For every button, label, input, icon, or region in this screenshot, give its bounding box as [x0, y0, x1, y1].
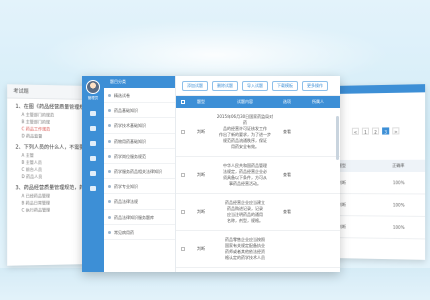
toolbar-button[interactable]: 添加试题 — [182, 80, 208, 91]
exam-paper-panel: 考试题 1、在图《药品经营质量管理规范》，处 A 主管部门的规范 B 主管部门的规 C… — [7, 84, 92, 266]
question-option[interactable]: C 执行药品管理 — [15, 206, 92, 214]
col-type: 题型 — [197, 99, 205, 104]
table-row[interactable]: 判断 中华人民共和国药品管理 法规定，药品经营企业必 须具备以下条件，方可从 事药… — [176, 157, 340, 194]
pagination: <1 2 3 > — [351, 127, 400, 135]
toolbar-button[interactable]: 更多操作 — [302, 80, 328, 91]
stats-panel: <1 2 3 > 题型 正确率 判断 100% 判断 100% 判断 100% — [332, 84, 426, 260]
user-icon[interactable] — [90, 171, 96, 176]
row-checkbox[interactable] — [176, 231, 190, 267]
row-content-cell: 中华人民共和国药品管理 法规定，药品经营企业必 须具备以下条件，方可从 事药品经… — [212, 157, 278, 193]
menu-item[interactable]: 药学专业知识 — [104, 179, 175, 195]
row-content-cell: 药品经营企业应当建立 药品购进记录，记录 应当注明药品的通用 名称，剂型，规格。 — [212, 194, 278, 230]
row-option-link[interactable] — [278, 231, 296, 267]
scrollbar[interactable] — [336, 116, 339, 160]
row-option-link[interactable]: 查看 — [278, 157, 296, 193]
menu-item[interactable]: 药品法律法规 — [104, 194, 175, 210]
stats-table: 题型 正确率 判断 100% 判断 100% 判断 100% — [332, 159, 426, 240]
table-row[interactable]: 判断 药品零售企业应当按照 国家有关规定配备执业 药师或者其他依法经资 格认定的药… — [176, 231, 340, 268]
question-title: 3、药品经营质量管理规范，药品经营的 — [15, 184, 92, 192]
row-content: 2015年06月30日国家药监局对药 品的经营许可证核发工作 作出了新的要求，为… — [216, 114, 274, 149]
exam-panel-header: 考试题 — [7, 84, 92, 100]
page-button[interactable]: 2 — [371, 127, 380, 135]
chart-icon[interactable] — [90, 156, 96, 161]
stats-panel-topbar — [332, 84, 426, 94]
col-content: 试题内容 — [237, 99, 253, 104]
row-owner — [296, 231, 340, 267]
row-option-link[interactable]: 查看 — [278, 194, 296, 230]
col-option: 选项 — [283, 99, 291, 104]
row-checkbox[interactable] — [176, 108, 190, 156]
menu-item[interactable]: 精选试卷 — [104, 88, 175, 104]
menu-item[interactable]: 药品法律知识服务题库 — [104, 210, 175, 225]
page-button[interactable]: < — [351, 127, 359, 135]
list-icon[interactable] — [90, 141, 96, 146]
table-row[interactable]: 判断 2015年06月30日国家药监局对药 品的经营许可证核发工作 作出了新的要求… — [176, 108, 340, 157]
row-content-cell: 药品零售企业应当按照 国家有关规定配备执业 药师或者其他依法经资 格认定的药学技… — [212, 231, 278, 267]
table-row[interactable]: 判断 药品经营企业应当建立 药品购进记录，记录 应当注明药品的通用 名称，剂型，规… — [176, 194, 340, 231]
menu-header: 题目分类 — [104, 76, 175, 88]
settings-icon[interactable] — [90, 186, 96, 191]
menu-item[interactable]: 药学岗位服务规范 — [104, 149, 175, 164]
stats-rate: 100% — [392, 180, 405, 186]
row-content: 药品零售企业应当按照 国家有关规定配备执业 药师或者其他依法经资 格认定的药学技… — [225, 237, 265, 260]
floor-reflection — [0, 268, 430, 300]
question-block: 3、药品经营质量管理规范，药品经营的 A 已经药品管理 B 药品日常管理 C 执行药品… — [7, 180, 92, 214]
toolbar-button[interactable]: 导入试题 — [242, 80, 268, 91]
menu-item[interactable]: 常见病用药 — [104, 225, 175, 240]
row-option-link[interactable]: 查看 — [278, 108, 296, 156]
stats-table-header: 题型 正确率 — [332, 159, 426, 172]
toolbar-button[interactable]: 下载模板 — [272, 80, 298, 91]
row-type: 判断 — [197, 129, 205, 134]
icon-rail: 管理员 — [82, 76, 104, 272]
menu-item[interactable]: 药学服务药品相关法律知识 — [104, 164, 175, 180]
row-checkbox[interactable] — [176, 157, 190, 193]
stats-row: 判断 100% — [332, 172, 426, 195]
menu-item[interactable]: 药物用药基础知识 — [104, 134, 175, 149]
select-all-checkbox[interactable] — [176, 96, 190, 108]
row-type: 判断 — [197, 209, 205, 214]
user-avatar[interactable] — [86, 80, 100, 94]
row-owner — [296, 108, 340, 156]
question-block: 2、下列人员的什么人，不需要进人规定 A 主管 B 主管人员 C 前台人员 D 药品人员 — [7, 139, 92, 180]
col-owner: 所属人 — [312, 99, 324, 104]
row-owner — [296, 157, 340, 193]
row-content-cell: 2015年06月30日国家药监局对药 品的经营许可证核发工作 作出了新的要求，为… — [212, 108, 278, 156]
page-button[interactable]: 3 — [382, 127, 390, 135]
row-content: 药品经营企业应当建立 药品购进记录，记录 应当注明药品的通用 名称，剂型，规格。 — [225, 200, 265, 223]
stats-row: 判断 100% — [332, 216, 426, 240]
document-icon[interactable] — [90, 126, 96, 131]
stats-col-rate: 正确率 — [392, 162, 405, 168]
table-header: 题型 试题内容 选项 所属人 — [176, 96, 340, 108]
home-icon[interactable] — [90, 111, 96, 116]
category-menu: 题目分类 精选试卷 药品基础知识 药学技术基础知识 药物用药基础知识 药学岗位服务规范药… — [104, 76, 176, 272]
toolbar-button[interactable]: 删除试题 — [212, 80, 238, 91]
menu-item[interactable]: 药学技术基础知识 — [104, 118, 175, 134]
stats-rate: 100% — [392, 202, 405, 208]
stats-row: 判断 100% — [332, 194, 426, 217]
page-button[interactable]: 1 — [361, 127, 369, 135]
row-owner — [296, 194, 340, 230]
stats-rate: 100% — [392, 224, 405, 230]
page-button[interactable]: > — [392, 127, 400, 135]
question-bank-window: 管理员 题目分类 精选试卷 药品基础知识 药学技术基础知识 药物用药基础知识 药学岗位服… — [82, 76, 340, 272]
row-type: 判断 — [197, 246, 205, 251]
user-name: 管理员 — [87, 96, 99, 100]
row-checkbox[interactable] — [176, 194, 190, 230]
row-type: 判断 — [197, 172, 205, 177]
row-content: 中华人民共和国药品管理 法规定，药品经营企业必 须具备以下条件，方可从 事药品经… — [223, 163, 267, 186]
question-list: 添加试题 删除试题 导入试题 下载模板 更多操作 题型 试题内容 选项 所属人 判断 20… — [176, 76, 340, 272]
question-block: 1、在图《药品经营质量管理规范》，处 A 主管部门的规范 B 主管部门的规 C 药品工… — [7, 99, 92, 140]
toolbar: 添加试题 删除试题 导入试题 下载模板 更多操作 — [176, 76, 340, 96]
menu-item[interactable]: 药品基础知识 — [104, 103, 175, 119]
question-option[interactable]: C 前台人员 — [15, 166, 92, 173]
